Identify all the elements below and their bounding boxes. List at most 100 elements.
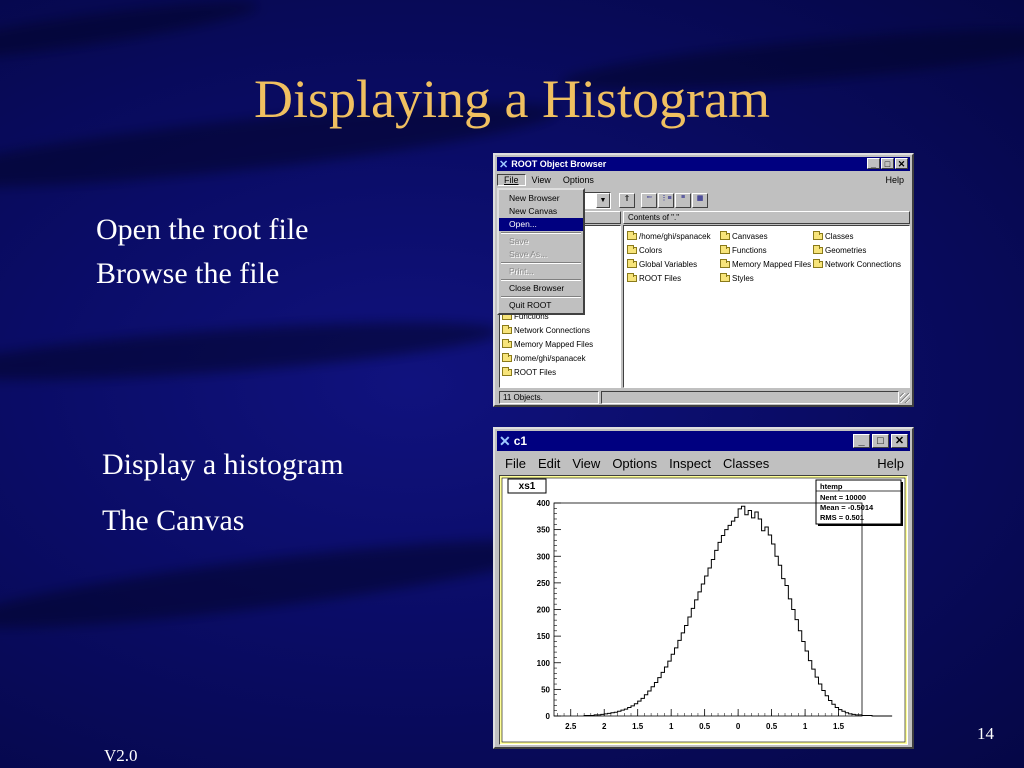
details-view-button[interactable]: ▦ bbox=[692, 193, 708, 208]
content-item[interactable]: Network Connections bbox=[813, 259, 901, 269]
canvas-menu-edit[interactable]: Edit bbox=[532, 456, 566, 471]
menu-item-quit-root[interactable]: Quit ROOT bbox=[499, 299, 583, 312]
menu-file[interactable]: File bbox=[497, 174, 526, 186]
menu-separator bbox=[501, 262, 581, 264]
menu-options[interactable]: Options bbox=[557, 175, 600, 185]
background-streak bbox=[0, 310, 501, 392]
content-item[interactable]: ROOT Files bbox=[627, 273, 681, 283]
folder-icon bbox=[720, 259, 730, 269]
folder-icon bbox=[627, 231, 637, 241]
folder-icon bbox=[502, 353, 512, 363]
content-item[interactable]: Styles bbox=[720, 273, 754, 283]
menu-separator bbox=[501, 279, 581, 281]
up-folder-icon[interactable]: ⇑ bbox=[619, 193, 635, 208]
canvas-frame: xs1 htemp Nent = 10000 Mean = -0.5014 RM… bbox=[499, 475, 908, 745]
content-item[interactable]: Functions bbox=[720, 245, 767, 255]
root-x-icon: ✕ bbox=[499, 432, 511, 449]
x-tick-label: 1.5 bbox=[833, 722, 845, 731]
root-object-browser-window: ✕ ROOT Object Browser _ □ ✕ File View Op… bbox=[493, 153, 914, 407]
combo-dropdown-button[interactable]: ▼ bbox=[596, 193, 610, 208]
canvas-menu-file[interactable]: File bbox=[497, 456, 532, 471]
folder-icon bbox=[627, 273, 637, 283]
canvas-menu-classes[interactable]: Classes bbox=[717, 456, 775, 471]
contents-pane[interactable]: /home/ghi/spanacek Canvases Classes Colo… bbox=[623, 225, 910, 388]
content-item[interactable]: Geometries bbox=[813, 245, 866, 255]
x-tick-label: 1.5 bbox=[632, 722, 644, 731]
file-dropdown-menu: New Browser New Canvas Open... Save Save… bbox=[497, 188, 585, 315]
minimize-button[interactable]: _ bbox=[867, 158, 880, 169]
canvas-menu-view[interactable]: View bbox=[566, 456, 606, 471]
folder-icon bbox=[502, 325, 512, 335]
folder-icon bbox=[813, 245, 823, 255]
bullet-the-canvas: The Canvas bbox=[102, 504, 245, 537]
canvas-titlebar[interactable]: ✕ c1 _ □ ✕ bbox=[497, 431, 910, 451]
y-tick-label: 350 bbox=[537, 526, 551, 535]
menu-help[interactable]: Help bbox=[879, 175, 910, 185]
content-item[interactable]: Global Variables bbox=[627, 259, 697, 269]
status-text: 11 Objects. bbox=[503, 393, 543, 402]
browser-titlebar[interactable]: ✕ ROOT Object Browser _ □ ✕ bbox=[497, 157, 910, 171]
background-streak bbox=[0, 0, 261, 71]
tree-item[interactable]: Memory Mapped Files bbox=[502, 339, 593, 349]
menu-item-new-browser[interactable]: New Browser bbox=[499, 192, 583, 205]
maximize-button[interactable]: □ bbox=[881, 158, 894, 169]
x-tick-label: 0.5 bbox=[766, 722, 778, 731]
folder-icon bbox=[502, 339, 512, 349]
folder-icon bbox=[627, 245, 637, 255]
y-tick-label: 400 bbox=[537, 499, 551, 508]
menu-separator bbox=[501, 232, 581, 234]
stats-rms: RMS = 0.501 bbox=[820, 513, 864, 522]
content-item[interactable]: Canvases bbox=[720, 231, 768, 241]
content-item[interactable]: /home/ghi/spanacek bbox=[627, 231, 711, 241]
x-tick-label: 2 bbox=[602, 722, 607, 731]
folder-icon bbox=[813, 259, 823, 269]
canvas-window: ✕ c1 _ □ ✕ File Edit View Options Inspec… bbox=[493, 427, 914, 749]
x-tick-label: 1 bbox=[669, 722, 674, 731]
tree-item[interactable]: /home/ghi/spanacek bbox=[502, 353, 586, 363]
content-item[interactable]: Memory Mapped Files bbox=[720, 259, 811, 269]
content-item[interactable]: Colors bbox=[627, 245, 662, 255]
status-bar: 11 Objects. bbox=[499, 391, 599, 404]
menu-item-print[interactable]: Print... bbox=[499, 265, 583, 278]
y-tick-label: 0 bbox=[546, 712, 551, 721]
list-view-button[interactable]: ≡ bbox=[675, 193, 691, 208]
menu-item-open[interactable]: Open... bbox=[499, 218, 583, 231]
bullet-list-bottom: Display a histogram The Canvas bbox=[102, 437, 344, 549]
menu-view[interactable]: View bbox=[526, 175, 557, 185]
y-tick-label: 50 bbox=[541, 685, 550, 694]
x-tick-label: 0 bbox=[736, 722, 741, 731]
menu-item-new-canvas[interactable]: New Canvas bbox=[499, 205, 583, 218]
canvas-menu-inspect[interactable]: Inspect bbox=[663, 456, 717, 471]
minimize-button[interactable]: _ bbox=[853, 434, 870, 448]
tree-item[interactable]: Network Connections bbox=[502, 325, 590, 335]
maximize-button[interactable]: □ bbox=[872, 434, 889, 448]
tree-item[interactable]: ROOT Files bbox=[502, 367, 556, 377]
x-tick-label: 2.5 bbox=[565, 722, 577, 731]
canvas-menu-help[interactable]: Help bbox=[871, 456, 910, 471]
small-icons-button[interactable]: ⋮≡ bbox=[658, 193, 674, 208]
content-item[interactable]: Classes bbox=[813, 231, 853, 241]
canvas-menu-options[interactable]: Options bbox=[606, 456, 663, 471]
folder-icon bbox=[720, 273, 730, 283]
bullet-list-top: Open the root file Browse the file bbox=[96, 208, 308, 296]
folder-icon bbox=[720, 231, 730, 241]
folder-icon bbox=[720, 245, 730, 255]
root-x-icon: ✕ bbox=[499, 158, 509, 171]
close-button[interactable]: ✕ bbox=[891, 434, 908, 448]
menu-separator bbox=[501, 296, 581, 298]
menu-item-close-browser[interactable]: Close Browser bbox=[499, 282, 583, 295]
close-button[interactable]: ✕ bbox=[895, 158, 908, 169]
resize-grip-icon[interactable] bbox=[900, 393, 910, 403]
histogram-plot[interactable]: xs1 htemp Nent = 10000 Mean = -0.5014 RM… bbox=[500, 476, 907, 744]
slide-title: Displaying a Histogram bbox=[254, 69, 770, 129]
status-bar-right bbox=[601, 391, 899, 404]
y-tick-label: 250 bbox=[537, 579, 551, 588]
bullet-open-file: Open the root file bbox=[96, 213, 309, 246]
folder-icon bbox=[502, 367, 512, 377]
version-label: V2.0 bbox=[104, 746, 138, 765]
menu-item-save-as[interactable]: Save As... bbox=[499, 248, 583, 261]
y-tick-label: 300 bbox=[537, 552, 551, 561]
menu-item-save[interactable]: Save bbox=[499, 235, 583, 248]
y-tick-label: 100 bbox=[537, 659, 551, 668]
large-icons-button[interactable]: ▫▫ bbox=[641, 193, 657, 208]
